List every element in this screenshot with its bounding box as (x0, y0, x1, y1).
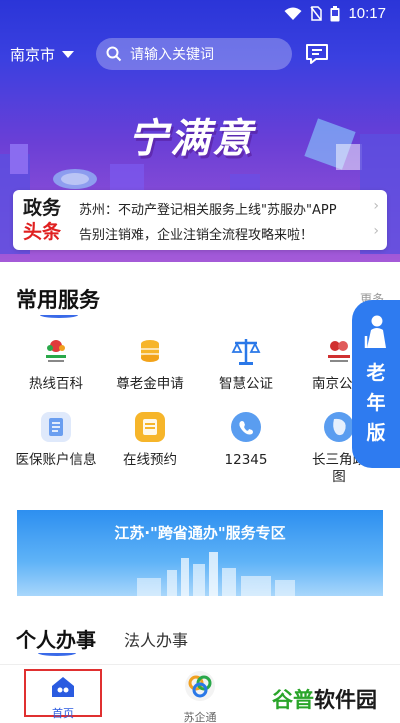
no-sim-icon (310, 6, 323, 21)
service-label: 尊老金申请 (116, 376, 184, 392)
map-icon (322, 410, 356, 444)
clock-text: 10:17 (348, 5, 386, 22)
nav-enterprise-label: 苏企通 (183, 711, 217, 723)
headline-badge: 政务 头条 (23, 196, 61, 244)
scales-icon (229, 334, 263, 368)
search-icon (106, 46, 122, 62)
elderly-char: 老 (366, 362, 386, 384)
hotline-icon (39, 334, 73, 368)
nav-home[interactable]: 首页 (24, 669, 102, 720)
headline-item[interactable]: 告别注销难，企业注销全流程攻略来啦！ (79, 224, 313, 243)
nav-enterprise[interactable]: 苏企通 (160, 669, 240, 723)
medical-card-icon (39, 410, 73, 444)
gov-headline-card[interactable]: 政务 头条 苏州：不动产登记相关服务上线"苏服办"APP › 告别注销难，企业注… (13, 190, 387, 250)
tab-legal-affairs[interactable]: 法人办事 (124, 627, 188, 651)
tab-personal-affairs[interactable]: 个人办事 (16, 624, 96, 653)
elderly-char: 年 (366, 392, 386, 414)
service-label: 12345 (224, 452, 268, 468)
service-label: 智慧公证 (219, 376, 273, 392)
service-smart-notary[interactable]: 智慧公证 (203, 334, 289, 393)
promo-title: 江苏·"跨省通办"服务专区 (114, 524, 286, 542)
banner-title: 宁满意 (128, 115, 254, 162)
status-bar: 10:17 (0, 0, 400, 30)
battery-icon (330, 5, 340, 21)
tab-active-underline (38, 650, 76, 656)
city-skyline-illustration (137, 552, 295, 596)
search-input[interactable]: 请输入关键词 (96, 38, 292, 70)
service-label: 热线百科 (29, 376, 83, 392)
coins-icon (133, 334, 167, 368)
elderly-char: 版 (366, 422, 386, 444)
wifi-icon (284, 7, 302, 20)
city-label: 南京市 (10, 46, 56, 64)
service-online-booking[interactable]: 在线预约 (107, 410, 193, 469)
chevron-right-icon: › (373, 198, 379, 214)
service-label: 在线预约 (123, 452, 177, 468)
watermark-logo: 谷普软件园 (272, 688, 377, 712)
phone-icon (229, 410, 263, 444)
city-selector[interactable]: 南京市 (10, 44, 75, 65)
service-label-line2: 图 (332, 469, 346, 485)
home-icon (52, 677, 74, 697)
service-medical-account[interactable]: 医保账户信息 (13, 410, 99, 469)
service-hotline[interactable]: 热线百科 (13, 334, 99, 393)
elderly-person-icon (364, 315, 386, 348)
elderly-mode-button[interactable]: 老 年 版 (352, 300, 400, 468)
headline-item[interactable]: 苏州：不动产登记相关服务上线"苏服办"APP (79, 199, 337, 218)
housing-fund-icon (322, 334, 356, 368)
service-12345[interactable]: 12345 (203, 410, 289, 469)
search-placeholder: 请输入关键词 (130, 47, 214, 63)
services-title-underline (40, 312, 78, 318)
nav-home-label: 首页 (52, 707, 74, 720)
service-label: 医保账户信息 (15, 452, 97, 468)
cross-province-banner[interactable]: 江苏·"跨省通办"服务专区 (17, 510, 383, 596)
headline-badge-line2: 头条 (23, 221, 62, 243)
services-title: 常用服务 (16, 288, 100, 312)
calendar-icon (133, 410, 167, 444)
message-icon[interactable] (304, 42, 330, 66)
service-elderly-allowance[interactable]: 尊老金申请 (107, 334, 193, 393)
chevron-down-icon (62, 51, 75, 58)
enterprise-logo-icon (185, 671, 215, 701)
headline-badge-line1: 政务 (23, 197, 62, 219)
chevron-right-icon: › (373, 223, 379, 239)
